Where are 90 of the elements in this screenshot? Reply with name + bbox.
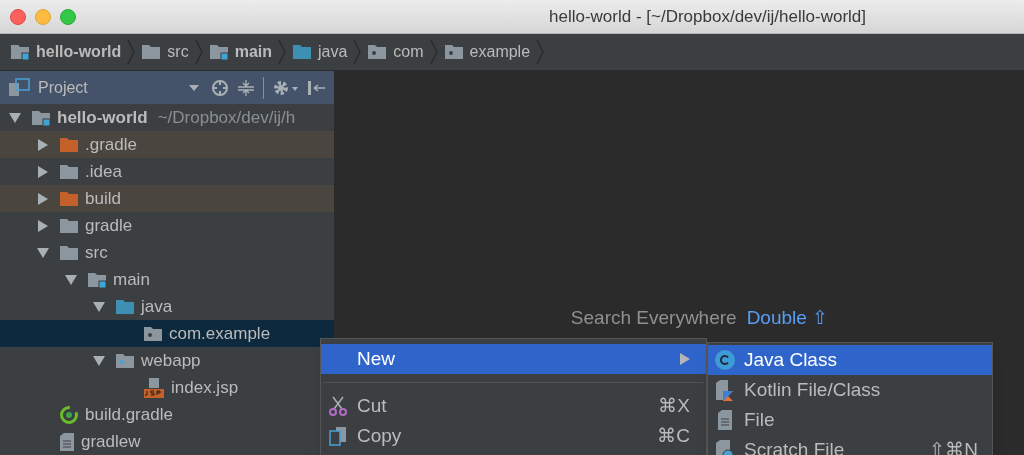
- gradle-icon: [59, 404, 79, 425]
- tree-label: build: [85, 187, 121, 210]
- menu-shortcut: ⌘X: [658, 393, 690, 418]
- tree-row[interactable]: .idea: [0, 158, 334, 185]
- folder-icon: [115, 298, 135, 315]
- path-hint: ~/Dropbox/dev/ij/h: [157, 106, 296, 129]
- locate-icon[interactable]: [211, 78, 229, 97]
- folder-icon: [87, 271, 107, 288]
- menu-label: Kotlin File/Class: [744, 377, 881, 402]
- tree-row[interactable]: src: [0, 239, 334, 266]
- menu-label: Scratch File: [744, 437, 845, 455]
- menu-item[interactable]: New: [321, 344, 706, 374]
- menu-label: Java Class: [744, 347, 837, 372]
- tree-row[interactable]: gradle: [0, 212, 334, 239]
- tree-label: .idea: [85, 160, 122, 183]
- hint-shortcut: Double ⇧: [746, 307, 829, 329]
- menu-shortcut: ⇧⌘N: [929, 437, 978, 455]
- class-icon: [714, 349, 736, 371]
- window-title: hello-world - [~/Dropbox/dev/ij/hello-world]: [549, 5, 866, 28]
- folder-icon: [31, 109, 51, 126]
- tree-label: gradle: [85, 214, 133, 237]
- menu-item[interactable]: Java Class: [708, 345, 992, 375]
- jsp-file-icon: [143, 376, 165, 399]
- folder-icon: [208, 44, 229, 60]
- menu-item[interactable]: File: [708, 405, 992, 435]
- project-view-icon: [8, 77, 30, 98]
- tree-row[interactable]: hello-world ~/Dropbox/dev/ij/h: [0, 104, 334, 131]
- expanded-arrow-icon[interactable]: [65, 273, 77, 286]
- menu-item[interactable]: Kotlin File/Class: [708, 375, 992, 405]
- scissors-icon: [328, 396, 348, 416]
- tree-label: index.jsp: [171, 376, 239, 399]
- breadcrumb[interactable]: example: [469, 40, 531, 64]
- tree-row[interactable]: .gradle: [0, 131, 334, 158]
- folder-icon: [59, 190, 79, 207]
- menu-shortcut: ⌘C: [657, 423, 690, 448]
- expanded-arrow-icon[interactable]: [93, 354, 105, 367]
- breadcrumb[interactable]: com: [393, 40, 424, 64]
- breadcrumb[interactable]: java: [318, 40, 348, 64]
- expanded-arrow-icon[interactable]: [9, 111, 21, 124]
- copy-icon: [328, 426, 348, 446]
- menu-label: Cut: [357, 393, 387, 418]
- tree-label: gradlew: [81, 430, 141, 453]
- folder-icon: [59, 217, 79, 234]
- close-window-button[interactable]: [10, 8, 26, 25]
- folder-icon: [10, 44, 30, 60]
- folder-icon: [59, 163, 79, 180]
- collapsed-arrow-icon[interactable]: [37, 219, 49, 232]
- expanded-arrow-icon[interactable]: [93, 300, 105, 313]
- breadcrumb[interactable]: main: [234, 40, 272, 64]
- folder-icon: [141, 44, 162, 60]
- menu-label: File: [744, 407, 775, 432]
- tree-label: main: [113, 268, 150, 291]
- tree-row[interactable]: java: [0, 293, 334, 320]
- package-icon: [367, 44, 388, 60]
- folder-icon: [59, 244, 79, 261]
- kotlin-file-icon: [715, 379, 735, 401]
- tree-row[interactable]: build: [0, 185, 334, 212]
- breadcrumb[interactable]: src: [167, 40, 189, 64]
- tree-label: src: [85, 241, 108, 264]
- menu-item[interactable]: Scratch File ⇧⌘N: [708, 435, 992, 455]
- collapsed-arrow-icon[interactable]: [37, 165, 49, 178]
- maximize-window-button[interactable]: [60, 8, 76, 25]
- menu-label: Copy: [357, 423, 402, 448]
- tree-label: webapp: [141, 349, 201, 372]
- dropdown-caret-icon[interactable]: [189, 84, 199, 91]
- package-icon: [143, 325, 163, 342]
- tree-row[interactable]: main: [0, 266, 334, 293]
- submenu-arrow-icon: [680, 353, 690, 365]
- file-icon: [59, 431, 75, 452]
- tree-label: build.gradle: [85, 403, 173, 426]
- tool-window-title[interactable]: Project: [38, 75, 88, 100]
- tree-label: com.example: [169, 322, 271, 345]
- expanded-arrow-icon[interactable]: [37, 246, 49, 259]
- settings-icon[interactable]: [272, 78, 298, 97]
- folder-icon: [292, 44, 312, 60]
- file-icon: [717, 409, 733, 431]
- folder-icon: [115, 352, 135, 369]
- tree-row[interactable]: com.example: [0, 320, 334, 347]
- folder-icon: [59, 136, 79, 153]
- tree-label: hello-world: [57, 106, 148, 129]
- collapse-all-icon[interactable]: [237, 78, 255, 97]
- collapsed-arrow-icon[interactable]: [37, 138, 49, 151]
- menu-label: New: [357, 346, 395, 371]
- collapsed-arrow-icon[interactable]: [37, 192, 49, 205]
- hide-panel-icon[interactable]: [306, 78, 326, 97]
- hint-label: Search Everywhere: [570, 307, 737, 329]
- tree-label: .gradle: [85, 133, 137, 156]
- tree-label: java: [141, 295, 173, 318]
- package-icon: [443, 44, 464, 60]
- breadcrumb[interactable]: hello-world: [36, 40, 122, 64]
